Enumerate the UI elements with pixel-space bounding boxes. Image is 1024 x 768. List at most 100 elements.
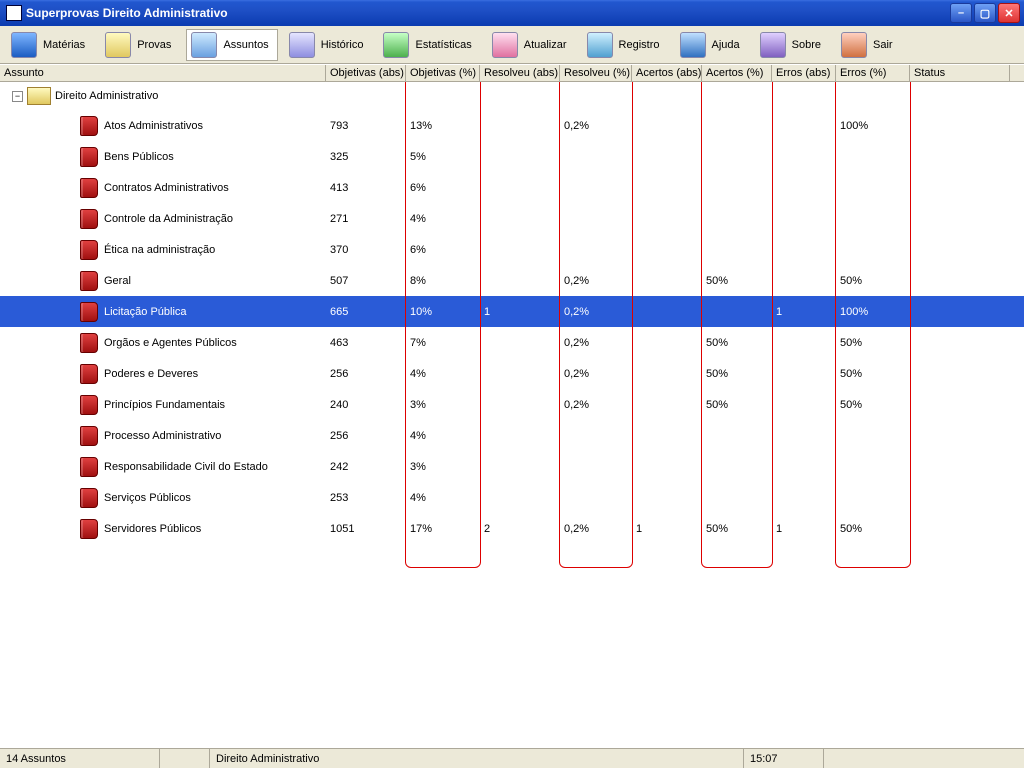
row-label: Orgãos e Agentes Públicos bbox=[104, 337, 237, 349]
row-label: Controle da Administração bbox=[104, 213, 233, 225]
cell-obj_abs: 242 bbox=[326, 461, 406, 473]
toolbar-sobre[interactable]: Sobre bbox=[755, 29, 830, 61]
tree-grid[interactable]: −Direito Administrativo Atos Administrati… bbox=[0, 82, 1024, 748]
cell-err_abs: 1 bbox=[772, 523, 836, 535]
cell-obj_abs: 413 bbox=[326, 182, 406, 194]
col-err_abs[interactable]: Erros (abs) bbox=[772, 65, 836, 81]
cell-obj_abs: 463 bbox=[326, 337, 406, 349]
cell-res_pct: 0,2% bbox=[560, 337, 632, 349]
table-row[interactable]: Ética na administração3706% bbox=[0, 234, 1024, 265]
toolbar-assuntos[interactable]: Assuntos bbox=[186, 29, 277, 61]
table-row[interactable]: Controle da Administração2714% bbox=[0, 203, 1024, 234]
toolbar-ajuda[interactable]: Ajuda bbox=[675, 29, 749, 61]
table-row[interactable]: Poderes e Deveres2564%0,2%50%50% bbox=[0, 358, 1024, 389]
col-res_abs[interactable]: Resolveu (abs) bbox=[480, 65, 560, 81]
cell-err_pct: 100% bbox=[836, 306, 910, 318]
cell-ace_pct: 50% bbox=[702, 523, 772, 535]
tree-root[interactable]: −Direito Administrativo bbox=[0, 82, 1024, 110]
cell-obj_abs: 1051 bbox=[326, 523, 406, 535]
book-icon bbox=[80, 302, 98, 322]
cell-res_abs: 1 bbox=[480, 306, 560, 318]
expander-icon[interactable]: − bbox=[12, 91, 23, 102]
toolbar-registro[interactable]: Registro bbox=[582, 29, 669, 61]
open-book-icon bbox=[27, 87, 51, 105]
toolbar-label: Assuntos bbox=[223, 39, 268, 51]
toolbar-historico[interactable]: Histórico bbox=[284, 29, 373, 61]
row-label: Ética na administração bbox=[104, 244, 215, 256]
toolbar-materias[interactable]: Matérias bbox=[6, 29, 94, 61]
cell-ace_abs: 1 bbox=[632, 523, 702, 535]
toolbar-estatisticas[interactable]: Estatísticas bbox=[378, 29, 480, 61]
cell-obj_pct: 5% bbox=[406, 151, 480, 163]
table-row[interactable]: Contratos Administrativos4136% bbox=[0, 172, 1024, 203]
col-err_pct[interactable]: Erros (%) bbox=[836, 65, 910, 81]
help-icon bbox=[680, 32, 706, 58]
table-row[interactable]: Orgãos e Agentes Públicos4637%0,2%50%50% bbox=[0, 327, 1024, 358]
book-icon bbox=[80, 364, 98, 384]
cell-obj_abs: 370 bbox=[326, 244, 406, 256]
col-ace_pct[interactable]: Acertos (%) bbox=[702, 65, 772, 81]
maximize-button[interactable]: ▢ bbox=[974, 3, 996, 23]
app-icon bbox=[6, 5, 22, 21]
col-assunto[interactable]: Assunto bbox=[0, 65, 326, 81]
table-row[interactable]: Bens Públicos3255% bbox=[0, 141, 1024, 172]
book-icon bbox=[11, 32, 37, 58]
row-label: Contratos Administrativos bbox=[104, 182, 229, 194]
toolbar-sair[interactable]: Sair bbox=[836, 29, 902, 61]
cell-err_pct: 50% bbox=[836, 368, 910, 380]
col-ace_abs[interactable]: Acertos (abs) bbox=[632, 65, 702, 81]
column-header: AssuntoObjetivas (abs)Objetivas (%)Resol… bbox=[0, 64, 1024, 82]
row-label: Serviços Públicos bbox=[104, 492, 191, 504]
book-icon bbox=[80, 426, 98, 446]
cell-obj_pct: 3% bbox=[406, 399, 480, 411]
table-row[interactable]: Responsabilidade Civil do Estado2423% bbox=[0, 451, 1024, 482]
table-row[interactable]: Atos Administrativos79313%0,2%100% bbox=[0, 110, 1024, 141]
toolbar-label: Provas bbox=[137, 39, 171, 51]
toolbar-label: Atualizar bbox=[524, 39, 567, 51]
update-icon bbox=[492, 32, 518, 58]
status-subject: Direito Administrativo bbox=[210, 749, 744, 768]
cell-err_abs: 1 bbox=[772, 306, 836, 318]
table-row[interactable]: Princípios Fundamentais2403%0,2%50%50% bbox=[0, 389, 1024, 420]
table-row[interactable]: Licitação Pública66510%10,2%1100% bbox=[0, 296, 1024, 327]
col-status[interactable]: Status bbox=[910, 65, 1010, 81]
table-row[interactable]: Geral5078%0,2%50%50% bbox=[0, 265, 1024, 296]
table-row[interactable]: Serviços Públicos2534% bbox=[0, 482, 1024, 513]
toolbar-label: Registro bbox=[619, 39, 660, 51]
toolbar-label: Sobre bbox=[792, 39, 821, 51]
cell-res_pct: 0,2% bbox=[560, 306, 632, 318]
col-res_pct[interactable]: Resolveu (%) bbox=[560, 65, 632, 81]
cell-obj_pct: 4% bbox=[406, 430, 480, 442]
cell-err_pct: 50% bbox=[836, 399, 910, 411]
row-label: Bens Públicos bbox=[104, 151, 174, 163]
cell-res_pct: 0,2% bbox=[560, 120, 632, 132]
assuntos-icon bbox=[191, 32, 217, 58]
cell-obj_abs: 256 bbox=[326, 430, 406, 442]
row-label: Responsabilidade Civil do Estado bbox=[104, 461, 268, 473]
table-row[interactable]: Processo Administrativo2564% bbox=[0, 420, 1024, 451]
book-icon bbox=[80, 209, 98, 229]
exit-icon bbox=[841, 32, 867, 58]
cell-err_pct: 100% bbox=[836, 120, 910, 132]
toolbar-provas[interactable]: Provas bbox=[100, 29, 180, 61]
row-label: Licitação Pública bbox=[104, 306, 187, 318]
col-obj_pct[interactable]: Objetivas (%) bbox=[406, 65, 480, 81]
toolbar-label: Ajuda bbox=[712, 39, 740, 51]
folder-icon bbox=[105, 32, 131, 58]
row-label: Atos Administrativos bbox=[104, 120, 203, 132]
toolbar-label: Histórico bbox=[321, 39, 364, 51]
status-spacer2 bbox=[824, 749, 1024, 768]
cell-obj_pct: 4% bbox=[406, 368, 480, 380]
close-button[interactable]: ✕ bbox=[998, 3, 1020, 23]
cell-obj_abs: 253 bbox=[326, 492, 406, 504]
book-icon bbox=[80, 271, 98, 291]
cell-res_abs: 2 bbox=[480, 523, 560, 535]
minimize-button[interactable]: – bbox=[950, 3, 972, 23]
book-icon bbox=[80, 519, 98, 539]
history-icon bbox=[289, 32, 315, 58]
toolbar-atualizar[interactable]: Atualizar bbox=[487, 29, 576, 61]
book-icon bbox=[80, 178, 98, 198]
table-row[interactable]: Servidores Públicos105117%20,2%150%150% bbox=[0, 513, 1024, 544]
cell-obj_abs: 507 bbox=[326, 275, 406, 287]
col-obj_abs[interactable]: Objetivas (abs) bbox=[326, 65, 406, 81]
